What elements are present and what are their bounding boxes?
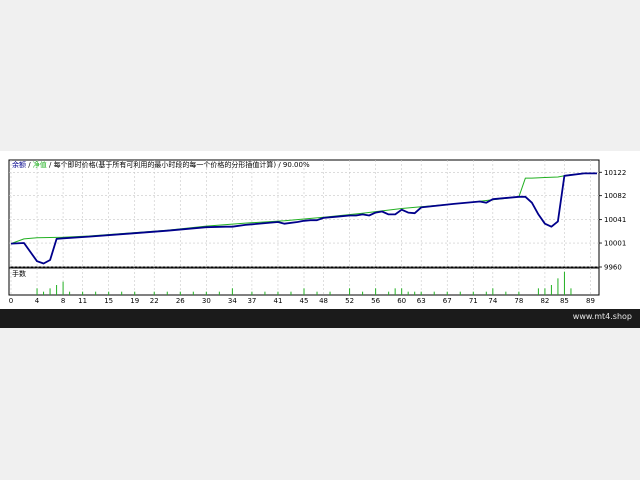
x-tick-label: 8 [61,297,65,305]
y-tick-label: 10001 [604,240,626,248]
y-axis-labels: 9960 10001 10041 10082 10122 [599,169,626,272]
x-tick-label: 74 [488,297,497,305]
legend-quality: 90.00% [283,161,310,169]
x-tick-label: 89 [586,297,595,305]
x-tick-label: 45 [300,297,309,305]
x-tick-label: 37 [247,297,256,305]
footer-site-link[interactable]: www.mt4.shop [573,312,632,321]
x-tick-label: 15 [104,297,113,305]
x-tick-label: 4 [35,297,40,305]
legend-separator: / [276,161,283,169]
x-tick-label: 56 [371,297,380,305]
x-tick-label: 71 [469,297,478,305]
x-tick-label: 60 [397,297,406,305]
strategy-test-report-chart: 余额 / 净值 / 每个即时价格(基于所有可利用的最小时段的每一个价格的分形插值… [0,151,640,328]
legend-model: 每个即时价格(基于所有可利用的最小时段的每一个价格的分形插值计算) [54,160,277,169]
y-tick-label: 10041 [604,216,626,224]
x-tick-label: 52 [345,297,354,305]
x-tick-label: 30 [202,297,211,305]
x-tick-label: 63 [417,297,426,305]
x-tick-label: 85 [560,297,569,305]
chart-legend: 余额 / 净值 / 每个即时价格(基于所有可利用的最小时段的每一个价格的分形插值… [12,160,310,169]
volume-label: 手数 [12,269,26,278]
x-tick-label: 34 [228,297,237,305]
x-axis-labels: 0 4 8 11 15 19 22 26 30 34 37 41 45 48 52 56 60 63 67 71 74 7… [9,297,595,305]
x-tick-label: 19 [130,297,139,305]
x-tick-label: 22 [150,297,159,305]
x-tick-label: 48 [319,297,328,305]
x-tick-label: 82 [540,297,549,305]
legend-balance: 余额 [12,160,26,169]
footer-bar: www.mt4.shop [0,309,640,328]
legend-separator: / [26,161,33,169]
y-tick-label: 10122 [604,169,626,177]
x-tick-label: 78 [514,297,523,305]
legend-equity: 净值 [33,160,47,169]
x-tick-label: 0 [9,297,13,305]
balance-chart-svg: 余额 / 净值 / 每个即时价格(基于所有可利用的最小时段的每一个价格的分形插值… [8,159,626,305]
y-tick-label: 9960 [604,264,622,272]
y-tick-label: 10082 [604,192,626,200]
x-tick-label: 41 [273,297,282,305]
x-tick-label: 11 [78,297,87,305]
x-tick-label: 67 [443,297,452,305]
x-tick-label: 26 [176,297,185,305]
legend-separator: / [47,161,54,169]
